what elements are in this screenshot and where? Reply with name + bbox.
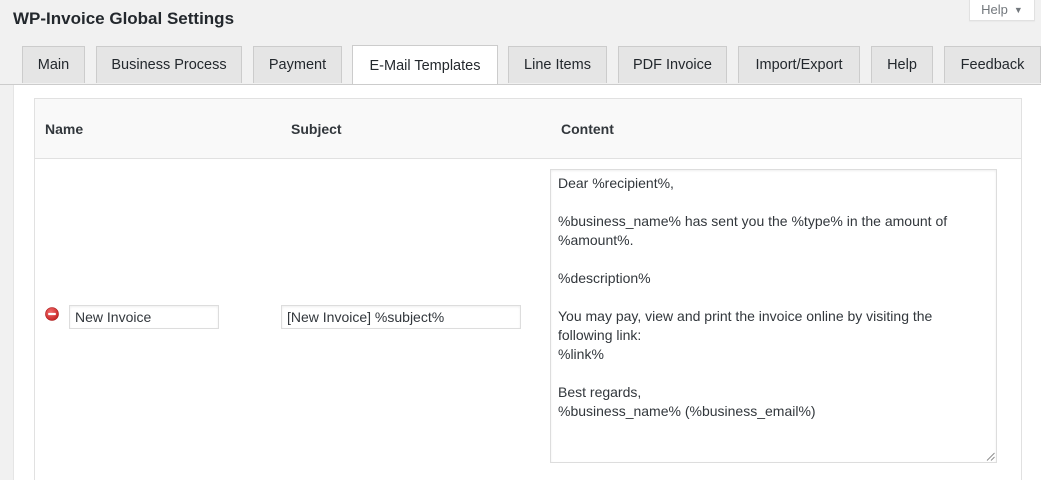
tab-label: E-Mail Templates	[369, 57, 481, 74]
tab-label: Main	[37, 57, 70, 73]
help-tab-label: Help	[981, 2, 1008, 17]
template-content-textarea[interactable]: Dear %recipient%, %business_name% has sen…	[550, 169, 997, 463]
tab-label: Help	[887, 57, 917, 73]
content-line: %business_name% (%business_email%)	[558, 403, 816, 419]
tab-pdf-invoice[interactable]: PDF Invoice	[618, 46, 727, 83]
tab-business-process[interactable]: Business Process	[96, 46, 242, 83]
help-tab-button[interactable]: Help ▼	[969, 0, 1035, 21]
tab-label: Payment	[268, 57, 327, 73]
content-line: %description%	[558, 270, 651, 286]
content-line	[558, 250, 989, 269]
content-line: %link%	[558, 346, 604, 362]
resize-handle-icon[interactable]	[986, 452, 995, 461]
content-line	[558, 193, 989, 212]
tab-line-items[interactable]: Line Items	[508, 46, 607, 83]
content-line: %business_name% has sent you the %type% …	[558, 213, 948, 229]
tab-import-export[interactable]: Import/Export	[738, 46, 860, 83]
column-header-subject: Subject	[291, 121, 342, 137]
content-line: Dear %recipient%,	[558, 175, 674, 191]
tab-label: Feedback	[960, 57, 1025, 73]
tab-label: Import/Export	[755, 57, 843, 73]
page-title: WP-Invoice Global Settings	[13, 9, 235, 28]
remove-minus-circle-icon[interactable]	[45, 307, 59, 321]
content-line: %amount%.	[558, 232, 634, 248]
template-name-input[interactable]	[69, 305, 219, 329]
tab-help[interactable]: Help	[871, 46, 933, 83]
tab-feedback[interactable]: Feedback	[944, 46, 1041, 83]
tab-payment[interactable]: Payment	[253, 46, 342, 83]
tab-label: Business Process	[111, 57, 227, 73]
table-header: Name Subject Content	[35, 99, 1021, 159]
template-content-text: Dear %recipient%, %business_name% has sen…	[558, 174, 989, 421]
content-line	[558, 288, 989, 307]
column-header-name: Name	[45, 121, 84, 137]
content-line: You may pay, view and print the invoice …	[558, 308, 933, 324]
tab-label: Line Items	[524, 57, 591, 73]
tab-label: PDF Invoice	[633, 57, 712, 73]
template-subject-input[interactable]	[281, 305, 521, 329]
content-line: following link:	[558, 327, 642, 343]
content-line	[558, 364, 989, 383]
tab-email-templates[interactable]: E-Mail Templates	[352, 45, 498, 85]
caret-down-icon: ▼	[1013, 4, 1023, 15]
column-header-content: Content	[561, 121, 614, 137]
tab-main[interactable]: Main	[22, 46, 85, 83]
content-line: Best regards,	[558, 384, 642, 400]
settings-tabs: Main Business Process Payment E-Mail Tem…	[0, 45, 1041, 85]
